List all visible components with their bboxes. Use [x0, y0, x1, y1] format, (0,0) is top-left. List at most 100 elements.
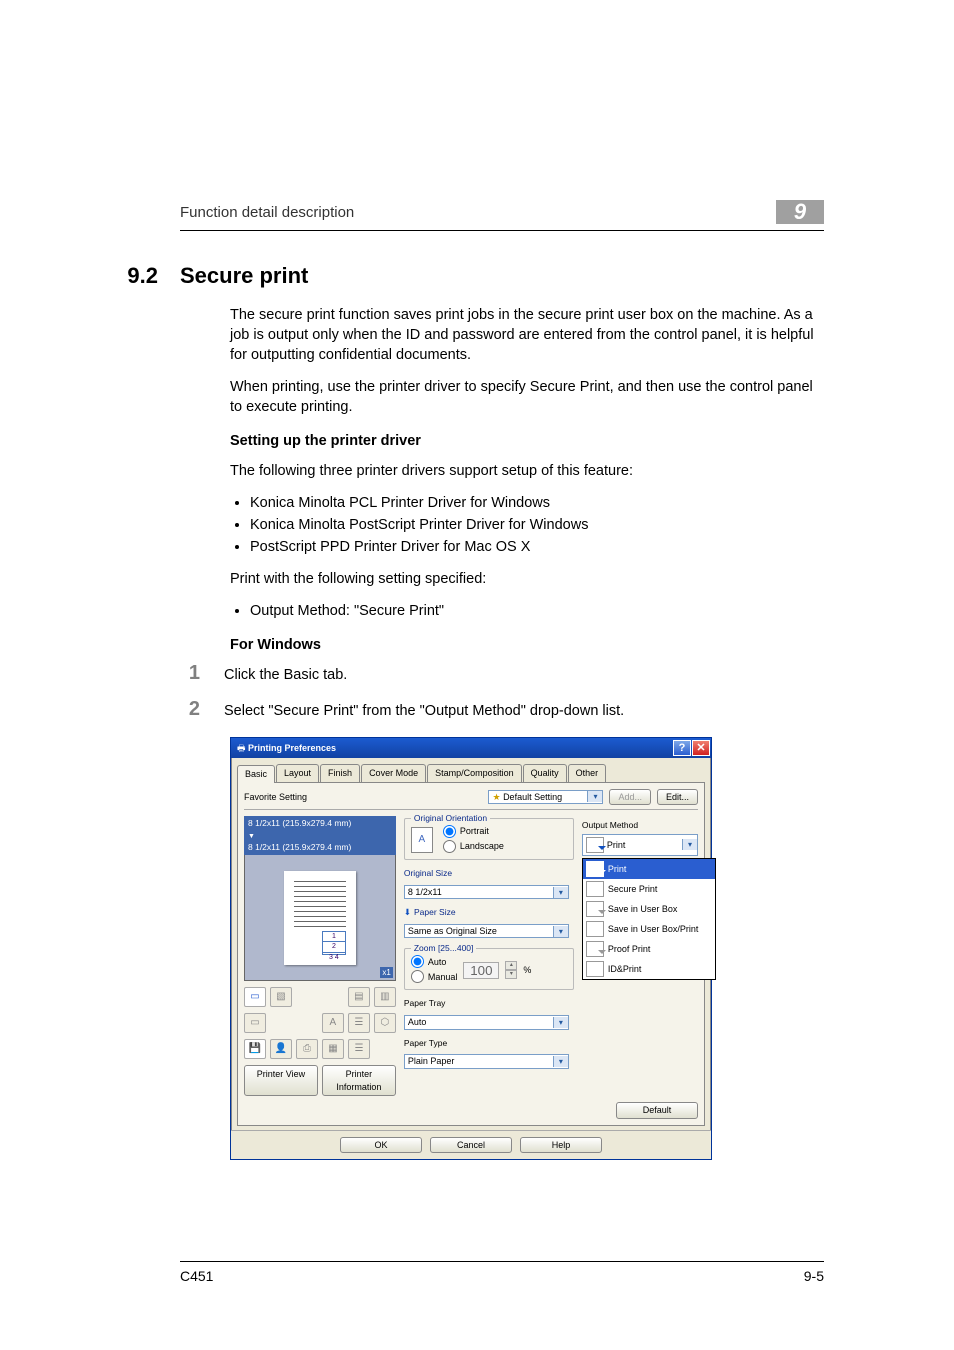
chevron-down-icon: ▾ [553, 1056, 568, 1067]
paper-tray-label: Paper Tray [404, 998, 574, 1010]
original-size-label: Original Size [404, 868, 574, 880]
output-method-label: Output Method [582, 820, 698, 832]
step-text: Click the Basic tab. [224, 665, 824, 685]
help-button[interactable]: Help [520, 1137, 602, 1153]
output-method-value: Print [607, 839, 682, 851]
output-option-print[interactable]: Print [583, 859, 715, 879]
step-item: 2 Select "Secure Print" from the "Output… [180, 701, 824, 721]
step-number: 1 [180, 663, 200, 685]
tab-layout[interactable]: Layout [276, 764, 319, 781]
proof-icon [586, 941, 604, 957]
tab-strip: Basic Layout Finish Cover Mode Stamp/Com… [237, 764, 705, 781]
preview-option-icon[interactable]: 💾 [244, 1039, 266, 1059]
preview-option-icon[interactable]: A [322, 1013, 344, 1033]
favorite-edit-button[interactable]: Edit... [657, 789, 698, 805]
driver-item: Konica Minolta PostScript Printer Driver… [250, 515, 824, 535]
portrait-radio[interactable] [443, 825, 456, 838]
chevron-down-icon: ▾ [682, 839, 697, 850]
orientation-icon: A [411, 827, 433, 853]
output-option-save-user-box[interactable]: Save in User Box [583, 899, 715, 919]
paper-tray-select[interactable]: Auto ▾ [404, 1015, 569, 1029]
preview-option-icon[interactable]: ▦ [322, 1039, 344, 1059]
paper-type-label: Paper Type [404, 1038, 574, 1050]
ok-button[interactable]: OK [340, 1137, 422, 1153]
triangle-down-icon: ▼ [248, 833, 255, 840]
tab-basic[interactable]: Basic [237, 765, 275, 782]
favorite-setting-select[interactable]: ★ Default Setting ▾ [488, 790, 603, 804]
chevron-down-icon: ▾ [553, 1017, 568, 1028]
preview-option-icon[interactable]: ☰ [348, 1013, 370, 1033]
help-button[interactable]: ? [673, 740, 691, 756]
preview-option-icon[interactable]: ⬡ [374, 1013, 396, 1033]
output-option-id-print[interactable]: ID&Print [583, 959, 715, 979]
zoom-indicator: x1 [380, 967, 392, 978]
zoom-legend: Zoom [25...400] [411, 943, 477, 955]
section-paragraph: When printing, use the printer driver to… [230, 377, 824, 417]
preview-mode-icon[interactable]: ▤ [348, 987, 370, 1007]
chapter-number: 9 [794, 199, 806, 225]
step-text: Select "Secure Print" from the "Output M… [224, 701, 824, 721]
landscape-label: Landscape [460, 840, 504, 852]
printer-view-button[interactable]: Printer View [244, 1065, 318, 1096]
print-icon [586, 861, 604, 877]
arrow-down-icon: ⬇ [404, 907, 411, 919]
output-method-select[interactable]: Print ▾ [582, 834, 698, 856]
zoom-manual-radio[interactable] [411, 970, 424, 983]
tab-stamp-composition[interactable]: Stamp/Composition [427, 764, 522, 781]
step-item: 1 Click the Basic tab. [180, 665, 824, 685]
step-number: 2 [180, 699, 200, 721]
subsection-heading: For Windows [230, 635, 824, 655]
portrait-label: Portrait [460, 825, 489, 837]
chevron-down-icon: ▾ [587, 791, 602, 802]
subsection-heading: Setting up the printer driver [230, 431, 824, 451]
preview-mode-icon[interactable]: ▧ [270, 987, 292, 1007]
preview-option-icon[interactable]: ▭ [244, 1013, 266, 1033]
box-print-icon [586, 921, 604, 937]
printing-preferences-dialog: 🖶 Printing Preferences ? ✕ Basic Layout … [230, 737, 712, 1160]
print-with-text: Print with the following setting specifi… [230, 569, 824, 589]
zoom-auto-label: Auto [428, 956, 447, 968]
tab-quality[interactable]: Quality [523, 764, 567, 781]
zoom-spinner[interactable]: ▴▾ [505, 961, 517, 979]
preview-size-bar: 8 1/2x11 (215.9x279.4 mm) ▼ 8 1/2x11 (21… [244, 816, 396, 855]
printer-information-button[interactable]: Printer Information [322, 1065, 396, 1096]
printer-icon: 🖶 [237, 742, 246, 754]
preview-option-icon[interactable]: ☰ [348, 1039, 370, 1059]
output-option-secure-print[interactable]: Secure Print [583, 879, 715, 899]
tab-cover-mode[interactable]: Cover Mode [361, 764, 426, 781]
section-number: 9.2 [110, 261, 158, 291]
footer-left: C451 [180, 1268, 213, 1284]
id-print-icon [586, 961, 604, 977]
zoom-auto-radio[interactable] [411, 955, 424, 968]
preview-option-icon[interactable]: 👤 [270, 1039, 292, 1059]
output-option-save-user-box-print[interactable]: Save in User Box/Print [583, 919, 715, 939]
paper-size-select[interactable]: Same as Original Size ▾ [404, 924, 569, 938]
zoom-manual-label: Manual [428, 971, 458, 983]
paper-type-select[interactable]: Plain Paper ▾ [404, 1054, 569, 1068]
section-heading: 9.2 Secure print [180, 261, 824, 291]
favorite-add-button[interactable]: Add... [609, 789, 651, 805]
driver-item: PostScript PPD Printer Driver for Mac OS… [250, 537, 824, 557]
preview-option-icon[interactable]: ⎙ [296, 1039, 318, 1059]
zoom-value-input[interactable] [463, 962, 499, 979]
original-size-select[interactable]: 8 1/2x11 ▾ [404, 885, 569, 899]
tab-other[interactable]: Other [568, 764, 607, 781]
output-option-proof-print[interactable]: Proof Print [583, 939, 715, 959]
driver-item: Konica Minolta PCL Printer Driver for Wi… [250, 493, 824, 513]
cancel-button[interactable]: Cancel [430, 1137, 512, 1153]
preview-mode-icon[interactable]: ▭ [244, 987, 266, 1007]
favorite-setting-label: Favorite Setting [244, 791, 482, 803]
subsection-intro: The following three printer drivers supp… [230, 461, 824, 481]
default-button[interactable]: Default [616, 1102, 698, 1118]
chapter-number-box: 9 [776, 200, 824, 224]
tab-finish[interactable]: Finish [320, 764, 360, 781]
favorite-setting-value: Default Setting [503, 791, 587, 803]
preview-mode-icon[interactable]: ▥ [374, 987, 396, 1007]
chevron-down-icon: ▾ [553, 887, 568, 898]
box-icon [586, 901, 604, 917]
chevron-down-icon: ▾ [553, 926, 568, 937]
landscape-radio[interactable] [443, 840, 456, 853]
close-button[interactable]: ✕ [692, 740, 710, 756]
section-title: Secure print [180, 261, 308, 291]
output-method-bullet: Output Method: "Secure Print" [250, 601, 824, 621]
